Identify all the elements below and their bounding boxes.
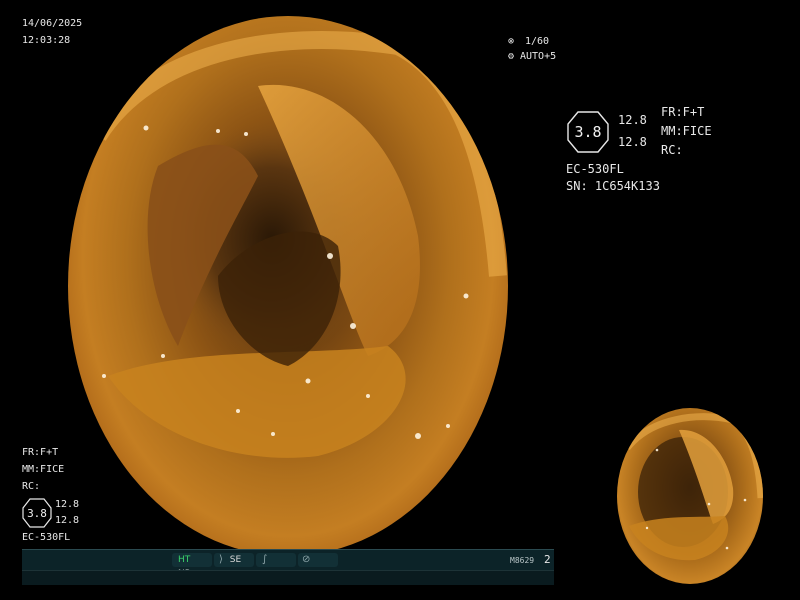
time-label: 12:03:28 <box>22 35 71 46</box>
mm-label: MM:FICE <box>661 124 712 138</box>
left-badge-value: 3.8 <box>27 506 47 520</box>
colon-lumen-thumbnail <box>624 413 763 561</box>
iris-icon: ⚙ <box>508 51 515 62</box>
left-enhancement-badge: 3.8 <box>22 498 52 528</box>
endoscope-main-view <box>68 16 508 556</box>
mode-indicator[interactable]: ⊘ <box>298 553 338 567</box>
serial-number: SN: 1C654K133 <box>566 179 660 193</box>
freeze-icon: ∫ <box>262 554 268 565</box>
page-number: 2 <box>544 553 551 566</box>
left-value-bottom: 12.8 <box>55 515 80 526</box>
badge-value: 3.8 <box>574 123 602 141</box>
device-code: M8629 <box>510 556 535 565</box>
value-bottom: 12.8 <box>618 135 647 149</box>
se-indicator[interactable]: ⟩ SE <box>214 553 254 567</box>
shutter-icon: ⊗ <box>508 36 515 47</box>
left-value-top: 12.8 <box>55 499 80 510</box>
left-scope-model: EC-530FL <box>22 532 71 543</box>
exposure-value: AUTO+5 <box>520 51 557 62</box>
rc-label: RC: <box>661 143 683 157</box>
endoscopy-screen: 14/06/2025 12:03:28 ⊗ 1/60 ⚙ AUTO+5 3.8 … <box>0 0 800 600</box>
endoscope-thumbnail-view <box>617 408 763 584</box>
left-fr-label: FR:F+T <box>22 447 59 458</box>
left-rc-label: RC: <box>22 481 41 492</box>
fr-label: FR:F+T <box>661 105 705 119</box>
value-top: 12.8 <box>618 113 647 127</box>
scope-model: EC-530FL <box>566 162 624 176</box>
status-bar: HT NR ⟩ SE ∫ ⊘ M8629 2 <box>22 549 554 579</box>
se-label: SE <box>229 555 242 565</box>
ht-label: HT <box>178 555 191 565</box>
date-label: 14/06/2025 <box>22 18 83 29</box>
colon-lumen-image <box>90 31 507 458</box>
status-bar-lower <box>22 570 554 585</box>
freeze-indicator[interactable]: ∫ <box>256 553 296 567</box>
mode-dial-icon: ⊘ <box>302 554 311 565</box>
enhancement-badge: 3.8 <box>566 110 610 154</box>
structure-enhance-icon: ⟩ <box>219 554 223 565</box>
shutter-speed: 1/60 <box>525 36 550 47</box>
ht-nr-indicator[interactable]: HT NR <box>172 553 212 579</box>
left-mm-label: MM:FICE <box>22 464 65 475</box>
